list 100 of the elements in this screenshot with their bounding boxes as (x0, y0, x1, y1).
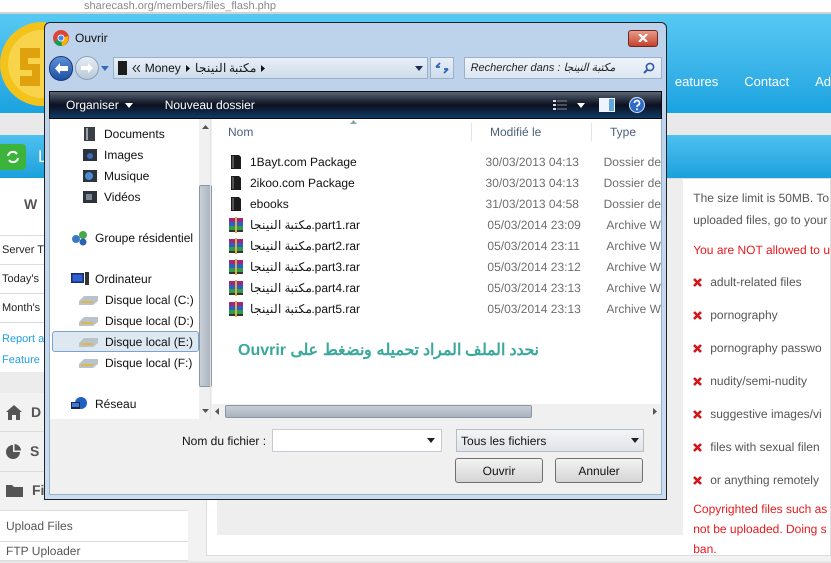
back-button[interactable] (49, 56, 74, 80)
archive-icon (228, 300, 244, 316)
cross-icon (693, 410, 702, 418)
address-bar[interactable]: sharecash.org/members/files_flash.php (0, 0, 831, 14)
scroll-up-icon (202, 125, 209, 129)
nav-item[interactable]: Musique (52, 165, 199, 186)
cross-icon (693, 310, 702, 320)
close-icon (638, 34, 648, 42)
column-header[interactable]: Type (592, 123, 636, 141)
file-name: مكتبة النينجا.part3.rar (250, 258, 360, 276)
images-icon (82, 146, 98, 162)
sort-arrow-icon (350, 120, 357, 124)
nav-item[interactable]: Disque local (E:) (52, 331, 199, 352)
organise-menu[interactable]: Organiser (66, 96, 133, 114)
file-name: ebooks (250, 196, 289, 212)
file-name: مكتبة النينجا.part4.rar (250, 280, 360, 296)
pie-chart-icon (6, 444, 21, 460)
nav-item[interactable]: Documents (52, 123, 199, 144)
breadcrumb-item[interactable]: Money (144, 59, 181, 77)
horizontal-scrollbar[interactable] (211, 404, 661, 419)
file-type: Dossier de (602, 174, 661, 192)
modified-date: 05/03/2014 23:11 (486, 238, 581, 254)
nav-item[interactable]: Images (52, 144, 199, 165)
cross-icon (693, 476, 702, 484)
archive-icon (228, 238, 244, 254)
file-row[interactable]: 2ikoo.com Package 30/03/2013 04:13 Dossier de (211, 172, 661, 193)
banned-item: nudity/semi-nudity (710, 373, 807, 390)
refresh-button[interactable] (0, 144, 26, 170)
banned-item: pornography passwo (710, 340, 822, 357)
banned-item: adult-related files (710, 274, 802, 291)
copyright-text: Copyrighted files such as not be uploaded. Doing s ban. (693, 501, 828, 558)
videos-icon (82, 188, 98, 204)
archive-icon (228, 280, 244, 296)
homegroup-icon (71, 230, 89, 246)
drive-icon (79, 316, 99, 326)
search-field[interactable]: Rechercher dans : مكتبة النينجا (464, 57, 662, 79)
breadcrumb-item[interactable]: مكتبة النينجا (194, 59, 256, 77)
preview-pane-button[interactable] (599, 98, 615, 112)
warning-text: You are NOT allowed to u (693, 242, 830, 259)
column-header[interactable]: Nom (211, 123, 472, 141)
dialog-button[interactable]: Ouvrir (455, 458, 543, 483)
annotation-text: نحدد الملف المراد تحميله ونضغط على Ouvrir (238, 341, 540, 362)
file-type: Dossier de (602, 196, 661, 212)
forward-arrow-icon (81, 63, 94, 73)
file-row[interactable]: ebooks 31/03/2013 04:58 Dossier de (211, 193, 661, 214)
file-row[interactable]: 1Bayt.com Package 30/03/2013 04:13 Dossier de (211, 151, 661, 172)
nav-item[interactable]: Vidéos (52, 186, 199, 207)
cross-icon (693, 278, 702, 286)
nav-item[interactable]: Disque local (F:) (52, 352, 199, 373)
modified-date: 31/03/2013 04:58 (484, 196, 580, 212)
folder-icon (6, 484, 23, 498)
drive-icon (79, 294, 99, 304)
refresh-icon (434, 62, 449, 74)
modified-date: 05/03/2014 23:12 (486, 258, 582, 276)
folder-icon (230, 174, 242, 190)
banned-item: pornography (710, 307, 778, 324)
file-type: Dossier de (602, 154, 661, 170)
close-button[interactable] (628, 30, 658, 46)
network-icon (71, 396, 89, 412)
drive-icon (79, 358, 99, 368)
documents-icon (82, 126, 98, 142)
file-type-select[interactable]: Tous les fichiers (456, 429, 644, 452)
sidebar-heading: W (24, 195, 38, 214)
folder-icon (118, 61, 127, 75)
scroll-thumb[interactable] (225, 405, 532, 418)
back-arrow-icon (54, 62, 68, 74)
dialog-button[interactable]: Annuler (555, 458, 643, 483)
window-title: Ouvrir (75, 30, 108, 47)
file-type: Archive W (605, 258, 661, 276)
caret-icon (427, 438, 436, 443)
modified-date: 05/03/2014 23:13 (486, 300, 582, 318)
cross-icon (693, 442, 702, 452)
file-type: Archive W (605, 238, 661, 254)
file-name: مكتبة النينجا.part5.rar (250, 300, 360, 318)
folder-icon (230, 196, 242, 212)
new-folder-button[interactable]: Nouveau dossier (164, 96, 255, 114)
modified-date: 30/03/2013 04:13 (484, 154, 580, 170)
chevron-icon (261, 64, 266, 72)
double-chevron-icon (132, 64, 140, 72)
nav-item[interactable]: Réseau (52, 393, 199, 414)
chrome-icon (53, 30, 69, 46)
sidebar-subitem[interactable]: FTP Uploader (0, 542, 188, 561)
view-options-button[interactable] (553, 99, 585, 111)
refresh-button[interactable] (430, 57, 454, 79)
filename-field[interactable] (272, 429, 442, 452)
scroll-thumb[interactable] (198, 185, 212, 387)
column-header[interactable]: Modifié le (472, 123, 592, 141)
search-icon (643, 62, 656, 74)
file-name: مكتبة النينجا.part2.rar (250, 238, 360, 254)
caret-icon (124, 102, 133, 108)
help-button[interactable] (629, 97, 645, 113)
cross-icon (693, 376, 702, 386)
vertical-scrollbar[interactable] (198, 119, 212, 419)
file-name: مكتبة النينجا.part1.rar (250, 216, 360, 234)
archive-icon (228, 258, 244, 274)
chevron-icon (186, 64, 190, 72)
file-name: 1Bayt.com Package (250, 154, 357, 170)
scroll-right-icon (653, 408, 657, 415)
file-type: Archive W (605, 300, 661, 318)
banned-item: files with sexual filen (710, 439, 820, 456)
